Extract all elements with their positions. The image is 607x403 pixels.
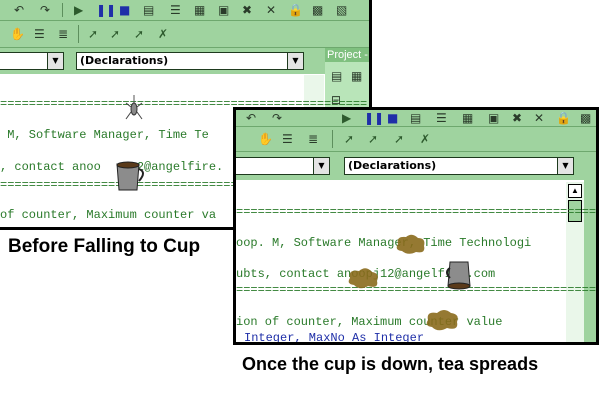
redo-icon[interactable]: ↷ bbox=[40, 4, 50, 16]
hand-icon[interactable]: ✋ bbox=[258, 133, 273, 145]
code-line: ========================================… bbox=[236, 205, 599, 219]
tipped-cup-icon bbox=[446, 261, 471, 290]
tea-stain bbox=[426, 310, 458, 331]
caption-after: Once the cup is down, tea spreads bbox=[242, 354, 539, 374]
teabag-cursor-icon bbox=[125, 95, 143, 120]
code-line: ion of counter, Maximum counter value bbox=[236, 315, 503, 329]
pause-icon[interactable]: ❚❚ bbox=[96, 4, 116, 16]
edit-toolbar: ✋ ☰ ≣ ➚ ➚ ➚ ✗ bbox=[0, 21, 369, 48]
project-explorer-icon[interactable]: ▤ bbox=[143, 4, 154, 16]
edit-toolbar: ✋ ☰ ≣ ➚ ➚ ➚ ✗ bbox=[236, 127, 596, 152]
undo-icon[interactable]: ↶ bbox=[246, 112, 256, 124]
code-line: , contact anoo 2@angelfire. bbox=[0, 160, 224, 174]
tools-icon[interactable]: ✕ bbox=[266, 4, 276, 16]
properties-icon[interactable]: ☰ bbox=[170, 4, 181, 16]
lock-icon[interactable]: 🔒 bbox=[556, 112, 571, 124]
indent-icon[interactable]: ☰ bbox=[34, 28, 45, 40]
hand-icon[interactable]: ✋ bbox=[10, 28, 25, 40]
code-line: Integer, MaxNo As Integer bbox=[244, 331, 425, 345]
procedure-combo[interactable]: (Declarations) ▼ bbox=[76, 52, 304, 70]
undo-icon[interactable]: ↶ bbox=[14, 4, 24, 16]
scroll-up-icon[interactable]: ▲ bbox=[568, 184, 582, 198]
code-line: ========================================… bbox=[236, 283, 599, 297]
standard-toolbar: ↶ ↷ ▶ ❚❚ ■ ▤ ☰ ▦ ▣ ✖ ✕ 🔒 ▩ bbox=[236, 110, 596, 127]
tea-stain bbox=[396, 234, 425, 254]
side-panel-edge bbox=[584, 152, 596, 342]
next-bookmark-icon[interactable]: ➚ bbox=[368, 133, 378, 145]
combo-row: ▼ (Declarations) ▼ bbox=[236, 152, 596, 180]
previous-bookmark-icon[interactable]: ➚ bbox=[134, 28, 144, 40]
previous-bookmark-icon[interactable]: ➚ bbox=[394, 133, 404, 145]
run-icon[interactable]: ▶ bbox=[342, 112, 351, 124]
run-icon[interactable]: ▶ bbox=[74, 4, 83, 16]
code-line: of counter, Maximum counter va bbox=[0, 208, 217, 222]
chevron-down-icon[interactable]: ▼ bbox=[557, 158, 573, 174]
next-bookmark-icon[interactable]: ➚ bbox=[110, 28, 120, 40]
redo-icon[interactable]: ↷ bbox=[272, 112, 282, 124]
tools-icon[interactable]: ✖ bbox=[512, 112, 522, 124]
object-combo[interactable]: ▼ bbox=[0, 52, 64, 70]
view-code-icon[interactable]: ▤ bbox=[331, 70, 342, 82]
project-explorer-icon[interactable]: ▤ bbox=[410, 112, 421, 124]
object-browser-icon[interactable]: ▦ bbox=[462, 112, 473, 124]
data-view-icon[interactable]: ▧ bbox=[336, 4, 347, 16]
outdent-icon[interactable]: ≣ bbox=[58, 28, 68, 40]
clear-bookmarks-icon[interactable]: ✗ bbox=[158, 28, 168, 40]
procedure-combo[interactable]: (Declarations) ▼ bbox=[344, 157, 574, 175]
code-line: M, Software Manager, Time Te bbox=[0, 128, 209, 142]
tea-stain bbox=[348, 268, 378, 289]
chevron-down-icon[interactable]: ▼ bbox=[47, 53, 63, 69]
editor-after-screenshot: ↶ ↷ ▶ ❚❚ ■ ▤ ☰ ▦ ▣ ✖ ✕ 🔒 ▩ ✋ ☰ ≣ ➚ ➚ ➚ ✗… bbox=[233, 107, 599, 345]
procedure-combo-value: (Declarations) bbox=[348, 159, 437, 172]
stop-icon[interactable]: ■ bbox=[387, 112, 398, 124]
data-view-icon[interactable]: ▩ bbox=[312, 4, 323, 16]
tools-icon[interactable]: ✖ bbox=[242, 4, 252, 16]
stop-icon[interactable]: ■ bbox=[119, 4, 130, 16]
pause-icon[interactable]: ❚❚ bbox=[364, 112, 384, 124]
toolbox-icon[interactable]: ▣ bbox=[488, 112, 499, 124]
code-line: oop. M, Software Manager, Time Technolog… bbox=[236, 236, 532, 250]
data-view-icon[interactable]: ▩ bbox=[580, 112, 591, 124]
chevron-down-icon[interactable]: ▼ bbox=[313, 158, 329, 174]
project-panel-title: Project - bbox=[325, 48, 369, 62]
procedure-combo-value: (Declarations) bbox=[80, 54, 169, 67]
toggle-breakpoint-icon[interactable]: ➚ bbox=[88, 28, 98, 40]
indent-icon[interactable]: ☰ bbox=[282, 133, 293, 145]
properties-icon[interactable]: ☰ bbox=[436, 112, 447, 124]
lock-icon[interactable]: 🔒 bbox=[288, 4, 303, 16]
combo-row: ▼ (Declarations) ▼ bbox=[0, 48, 369, 74]
standard-toolbar: ↶ ↷ ▶ ❚❚ ■ ▤ ☰ ▦ ▣ ✖ ✕ 🔒 ▩ ▧ bbox=[0, 0, 369, 21]
outdent-icon[interactable]: ≣ bbox=[308, 133, 318, 145]
clear-bookmarks-icon[interactable]: ✗ bbox=[420, 133, 430, 145]
chevron-down-icon[interactable]: ▼ bbox=[287, 53, 303, 69]
tools-icon[interactable]: ✕ bbox=[534, 112, 544, 124]
object-browser-icon[interactable]: ▦ bbox=[194, 4, 205, 16]
object-combo[interactable]: ▼ bbox=[236, 157, 330, 175]
view-object-icon[interactable]: ▦ bbox=[351, 70, 362, 82]
caption-before: Before Falling to Cup bbox=[8, 236, 201, 257]
toolbox-icon[interactable]: ▣ bbox=[218, 4, 229, 16]
toggle-breakpoint-icon[interactable]: ➚ bbox=[344, 133, 354, 145]
coffee-cup-icon bbox=[116, 161, 144, 191]
